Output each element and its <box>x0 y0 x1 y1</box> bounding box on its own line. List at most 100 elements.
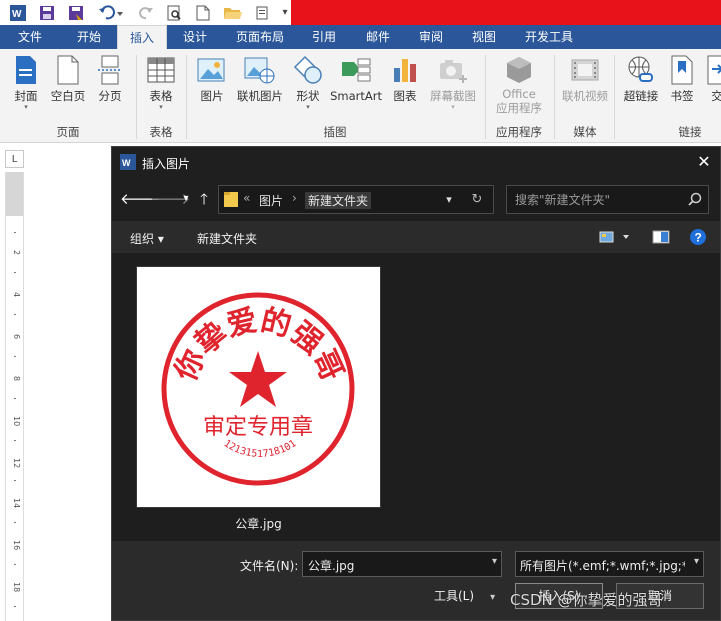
up-arrow-icon[interactable]: 🡑 <box>194 189 214 209</box>
screenshot-button[interactable]: 屏幕截图 ▾ <box>426 53 480 123</box>
csdn-watermark: CSDN @你挚爱的强哥 <box>510 591 663 609</box>
save-as-icon[interactable] <box>66 2 86 23</box>
filename-dropdown-icon[interactable]: ▾ <box>492 556 497 567</box>
svg-text:?: ? <box>695 231 702 245</box>
chart-button[interactable]: 图表 <box>383 53 427 123</box>
close-icon[interactable]: ✕ <box>694 152 714 172</box>
preview-pane-icon[interactable] <box>652 228 670 246</box>
insert-picture-dialog: W 插入图片 ✕ 🡐 🡒 ▾ 🡑 « 图片 › 新建文件夹 ▾ ↻ 搜索"新建文… <box>111 146 721 621</box>
cross-reference-button[interactable]: 交 <box>702 53 721 123</box>
group-label-links: 链接 <box>678 125 702 139</box>
blank-page-icon <box>52 53 84 87</box>
page-break-button[interactable]: 分页 <box>88 53 132 123</box>
tab-developer[interactable]: 开发工具 <box>513 25 585 49</box>
recent-locations-dropdown-icon[interactable]: ▾ <box>176 189 196 209</box>
change-view-icon[interactable] <box>599 228 635 246</box>
help-icon[interactable]: ? <box>689 228 707 246</box>
hyperlink-button[interactable]: 超链接 <box>619 53 663 123</box>
svg-text:审定专用章: 审定专用章 <box>203 415 313 440</box>
tab-references[interactable]: 引用 <box>300 25 348 49</box>
print-preview-icon[interactable] <box>164 2 184 23</box>
open-folder-icon[interactable] <box>222 2 244 23</box>
group-label-pages: 页面 <box>56 125 80 139</box>
cross-reference-icon <box>701 53 721 87</box>
picture-icon <box>196 53 228 87</box>
office-apps-button[interactable]: Office 应用程序 <box>490 53 548 123</box>
chart-icon <box>389 53 421 87</box>
folder-icon <box>224 192 238 207</box>
tools-menu[interactable]: 工具(L) ▾ <box>434 587 495 604</box>
tab-page-layout[interactable]: 页面布局 <box>224 25 296 49</box>
bookmark-button[interactable]: 书签 <box>662 53 702 123</box>
shapes-button[interactable]: 形状 ▾ <box>286 53 330 123</box>
word-app-icon: W <box>8 2 28 23</box>
svg-text:1213151718101: 1213151718101 <box>222 438 299 460</box>
tab-mailings[interactable]: 邮件 <box>353 25 403 49</box>
undo-icon[interactable] <box>96 2 126 23</box>
address-dropdown-icon[interactable]: ▾ <box>439 190 459 210</box>
save-icon[interactable] <box>37 2 57 23</box>
breadcrumb-pictures[interactable]: 图片 <box>259 192 283 209</box>
cover-page-button[interactable]: 封面 ▾ <box>4 53 48 123</box>
quick-access-toolbar: W ▾ <box>0 0 721 25</box>
search-box[interactable] <box>506 185 709 214</box>
film-icon <box>569 53 601 87</box>
vertical-ruler: 2 4 6 8 10 12 14 16 18 <box>5 172 24 621</box>
shapes-icon <box>292 53 324 87</box>
redo-icon[interactable] <box>137 2 155 23</box>
dialog-title-bar: W 插入图片 ✕ <box>112 147 720 177</box>
group-label-media: 媒体 <box>573 125 597 139</box>
file-name-label[interactable]: 公章.jpg <box>136 515 381 532</box>
tab-insert[interactable]: 插入 <box>117 25 167 49</box>
blank-page-button[interactable]: 空白页 <box>46 53 90 123</box>
filename-label: 文件名(N): <box>240 559 299 573</box>
dialog-title: 插入图片 <box>142 157 191 171</box>
tab-selector[interactable]: L <box>5 150 24 168</box>
svg-text:W: W <box>122 158 131 168</box>
file-thumbnail-stamp[interactable]: 你挚爱的强哥 审定专用章 1213151718101 <box>136 266 381 508</box>
group-label-tables: 表格 <box>149 125 173 139</box>
table-button[interactable]: 表格 ▾ <box>139 53 183 123</box>
page-break-icon <box>94 53 126 87</box>
organize-menu[interactable]: 组织 ▾ <box>130 230 164 247</box>
tab-home[interactable]: 开始 <box>64 25 114 49</box>
tab-view[interactable]: 视图 <box>459 25 509 49</box>
stamp-image: 你挚爱的强哥 审定专用章 1213151718101 <box>161 292 355 486</box>
new-document-icon[interactable] <box>194 2 212 23</box>
back-arrow-icon[interactable]: 🡐 <box>120 189 160 209</box>
tab-file[interactable]: 文件 <box>0 25 60 49</box>
address-box[interactable]: « 图片 › 新建文件夹 ▾ ↻ <box>218 185 494 214</box>
customize-qat-icon[interactable]: ▾ <box>279 2 291 23</box>
refresh-icon[interactable]: ↻ <box>466 190 488 210</box>
new-folder-button[interactable]: 新建文件夹 <box>197 230 257 247</box>
online-video-button[interactable]: 联机视频 <box>558 53 612 123</box>
filename-input[interactable]: 公章.jpg ▾ <box>302 551 502 577</box>
title-bar <box>291 0 721 25</box>
search-icon[interactable] <box>688 192 702 206</box>
file-type-select[interactable]: 所有图片(*.emf;*.wmf;*.jpg;*.jp ▾ <box>515 551 704 577</box>
forward-arrow-icon[interactable]: 🡒 <box>150 189 190 209</box>
online-picture-button[interactable]: 联机图片 <box>235 53 285 123</box>
table-icon <box>145 53 177 87</box>
tab-review[interactable]: 审阅 <box>406 25 456 49</box>
breadcrumb-new-folder[interactable]: 新建文件夹 <box>305 192 372 209</box>
group-label-illustrations: 插图 <box>323 125 347 139</box>
office-apps-icon <box>503 53 535 87</box>
search-input[interactable] <box>515 191 675 209</box>
file-type-dropdown-icon[interactable]: ▾ <box>694 556 699 567</box>
smartart-button[interactable]: SmartArt <box>330 53 382 123</box>
page-setup-icon[interactable] <box>252 2 272 23</box>
address-bar-row: 🡐 🡒 ▾ 🡑 « 图片 › 新建文件夹 ▾ ↻ <box>112 177 720 221</box>
online-picture-icon <box>244 53 276 87</box>
tools-dropdown-icon: ▾ <box>490 592 496 603</box>
hyperlink-icon <box>625 53 657 87</box>
group-label-apps: 应用程序 <box>496 125 542 139</box>
tab-design[interactable]: 设计 <box>170 25 220 49</box>
ribbon: 封面 ▾ 空白页 分页 页面 表格 ▾ 表格 图片 联机图片 形状 ▾ Smar… <box>0 49 721 143</box>
word-icon: W <box>120 154 136 170</box>
dialog-toolbar: 组织 ▾ 新建文件夹 ? <box>112 221 720 253</box>
picture-button[interactable]: 图片 <box>190 53 234 123</box>
bookmark-icon <box>666 53 698 87</box>
ribbon-tab-bar: 文件 开始 插入 设计 页面布局 引用 邮件 审阅 视图 开发工具 <box>0 25 721 49</box>
smartart-icon <box>340 53 372 87</box>
